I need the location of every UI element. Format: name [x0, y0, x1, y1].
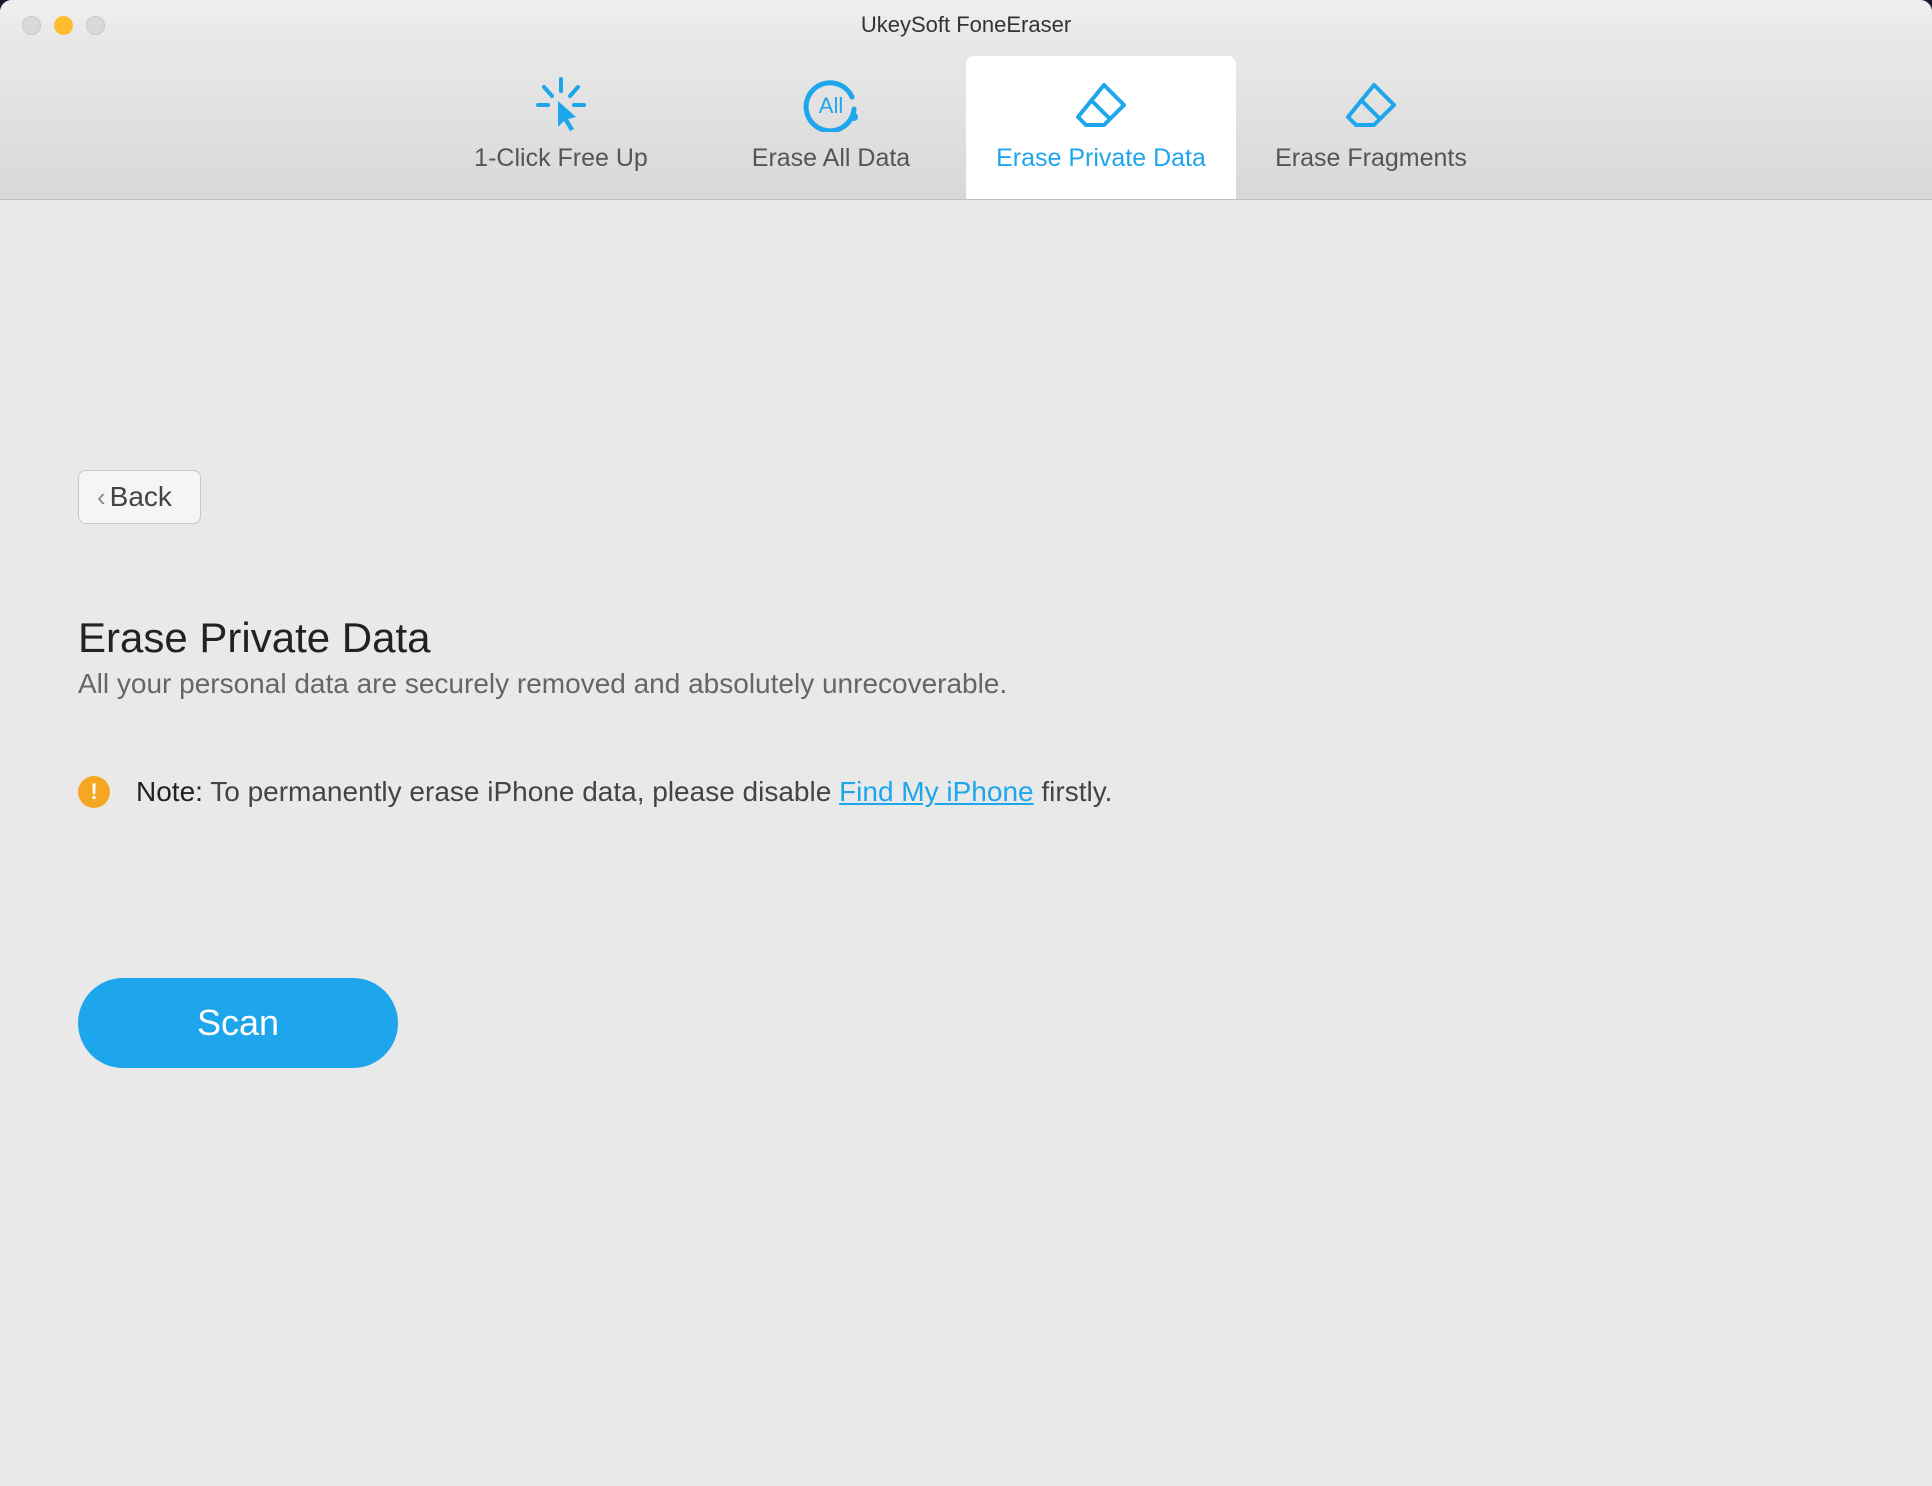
toolbar-tabs: 1-Click Free Up All Erase All Data — [0, 50, 1932, 200]
tab-label: Erase Private Data — [996, 144, 1206, 173]
note-before: To permanently erase iPhone data, please… — [203, 776, 839, 807]
note-after: firstly. — [1034, 776, 1113, 807]
chevron-left-icon: ‹ — [97, 482, 106, 513]
close-window-button[interactable] — [22, 16, 41, 35]
page-heading: Erase Private Data — [78, 614, 1854, 662]
app-window: UkeySoft FoneEraser 1-Click Free Up — [0, 0, 1932, 1486]
maximize-window-button[interactable] — [86, 16, 105, 35]
tab-label: 1-Click Free Up — [474, 144, 648, 173]
note-label: Note: — [136, 776, 203, 807]
cursor-click-icon — [530, 77, 592, 132]
scan-button[interactable]: Scan — [78, 978, 398, 1068]
back-button[interactable]: ‹ Back — [78, 470, 201, 524]
page-subtitle: All your personal data are securely remo… — [78, 668, 1854, 700]
note-text: Note: To permanently erase iPhone data, … — [136, 776, 1112, 808]
tab-label: Erase Fragments — [1275, 144, 1467, 173]
titlebar: UkeySoft FoneEraser — [0, 0, 1932, 50]
svg-text:All: All — [819, 93, 843, 118]
minimize-window-button[interactable] — [54, 16, 73, 35]
tab-erase-all[interactable]: All Erase All Data — [696, 56, 966, 199]
tab-erase-fragments[interactable]: Erase Fragments — [1236, 56, 1506, 199]
tab-erase-private[interactable]: Erase Private Data — [966, 56, 1236, 199]
back-label: Back — [110, 481, 172, 513]
content-area: ‹ Back Erase Private Data All your perso… — [0, 200, 1932, 1486]
window-title: UkeySoft FoneEraser — [0, 12, 1932, 38]
traffic-light-group — [0, 16, 105, 35]
eraser-icon — [1070, 77, 1132, 132]
warning-icon: ! — [78, 776, 110, 808]
tab-label: Erase All Data — [752, 144, 910, 173]
eraser-fragments-icon — [1340, 77, 1402, 132]
tab-free-up[interactable]: 1-Click Free Up — [426, 56, 696, 199]
note-row: ! Note: To permanently erase iPhone data… — [78, 776, 1854, 808]
erase-all-icon: All — [800, 77, 862, 132]
find-my-iphone-link[interactable]: Find My iPhone — [839, 776, 1034, 807]
